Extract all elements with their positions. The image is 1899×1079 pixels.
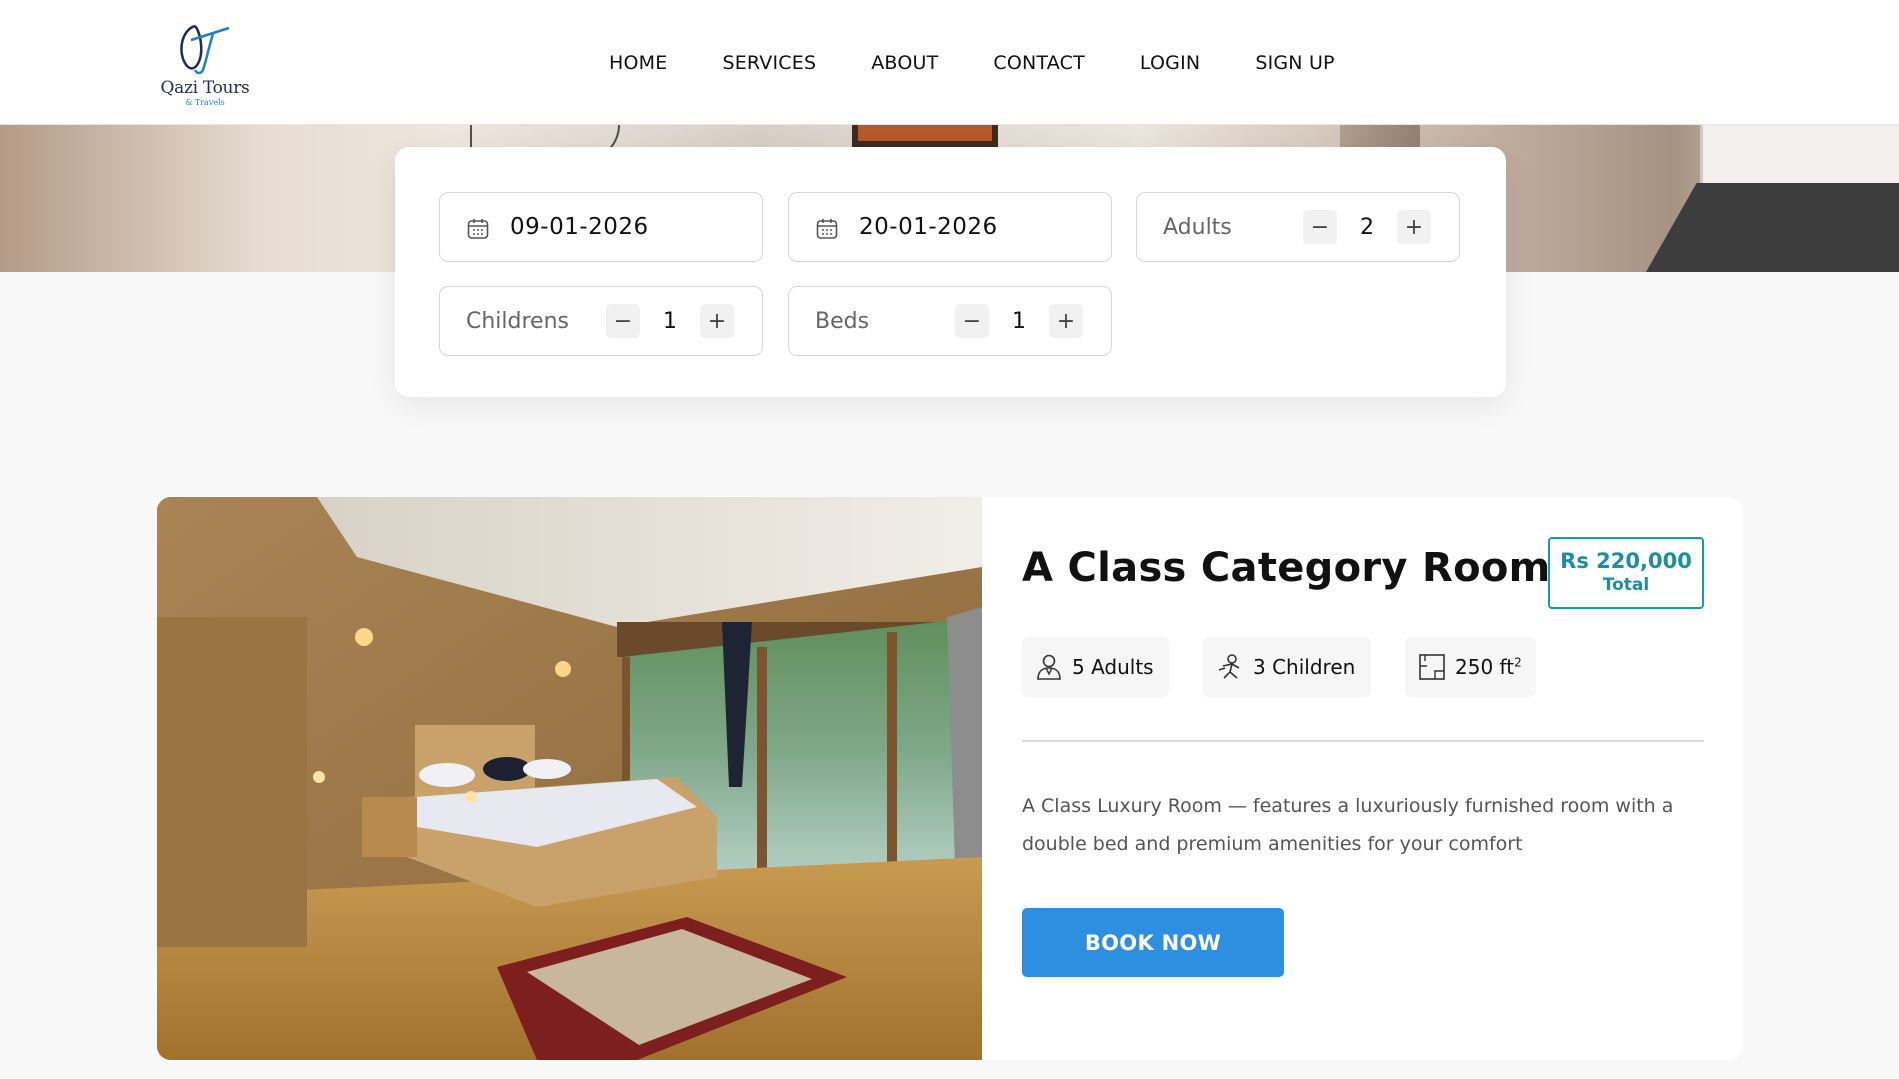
feature-area: 250 ft2 xyxy=(1405,637,1536,697)
main-nav: HOME SERVICES ABOUT CONTACT LOGIN SIGN U… xyxy=(609,0,1335,125)
price-amount: Rs 220,000 xyxy=(1560,549,1692,573)
adults-field: Adults − 2 + xyxy=(1136,192,1460,262)
calendar-icon xyxy=(816,219,838,239)
room-info: A Class Category Room Rs 220,000 Total 5… xyxy=(1022,497,1704,1060)
adults-value: 2 xyxy=(1360,214,1374,240)
childrens-value: 1 xyxy=(663,308,677,334)
info-divider xyxy=(1022,740,1704,742)
feature-children: 3 Children xyxy=(1203,637,1371,697)
site-header: Qazi Tours & Travels HOME SERVICES ABOUT… xyxy=(0,0,1899,125)
feature-children-text: 3 Children xyxy=(1253,655,1356,679)
beds-decrement-button[interactable]: − xyxy=(955,304,989,338)
children-icon xyxy=(1218,654,1240,679)
room-photo[interactable] xyxy=(157,497,982,1060)
room-card: A Class Category Room Rs 220,000 Total 5… xyxy=(157,497,1743,1060)
beds-value: 1 xyxy=(1012,308,1026,334)
beds-label: Beds xyxy=(815,308,870,334)
floor-plan-icon xyxy=(1419,654,1445,680)
adults-stepper: − 2 + xyxy=(1303,210,1431,244)
hero-picture-frame xyxy=(852,125,998,147)
adults-increment-button[interactable]: + xyxy=(1397,210,1431,244)
room-description: A Class Luxury Room — features a luxurio… xyxy=(1022,795,1674,855)
book-now-button[interactable]: BOOK NOW xyxy=(1022,908,1284,977)
check-in-date: 09-01-2026 xyxy=(510,214,649,240)
childrens-decrement-button[interactable]: − xyxy=(606,304,640,338)
brand-logo[interactable]: Qazi Tours & Travels xyxy=(155,20,255,110)
logo-subtitle: & Travels xyxy=(185,98,225,107)
feature-adults: 5 Adults xyxy=(1022,637,1169,697)
nav-services[interactable]: SERVICES xyxy=(722,52,816,74)
nav-contact[interactable]: CONTACT xyxy=(993,52,1085,74)
price-badge: Rs 220,000 Total xyxy=(1548,537,1704,609)
adults-decrement-button[interactable]: − xyxy=(1303,210,1337,244)
nav-sign-up[interactable]: SIGN UP xyxy=(1255,52,1334,74)
childrens-field: Childrens − 1 + xyxy=(439,286,763,356)
hero-range-hood xyxy=(1646,183,1899,272)
check-in-date-field[interactable]: 09-01-2026 xyxy=(439,192,763,262)
nav-login[interactable]: LOGIN xyxy=(1140,52,1200,74)
childrens-increment-button[interactable]: + xyxy=(700,304,734,338)
childrens-stepper: − 1 + xyxy=(606,304,734,338)
check-out-date-field[interactable]: 20-01-2026 xyxy=(788,192,1112,262)
beds-field: Beds − 1 + xyxy=(788,286,1112,356)
adult-person-icon xyxy=(1037,654,1061,680)
price-label: Total xyxy=(1602,575,1650,595)
beds-increment-button[interactable]: + xyxy=(1049,304,1083,338)
beds-stepper: − 1 + xyxy=(955,304,1083,338)
room-photo-illustration xyxy=(157,497,982,1060)
nav-home[interactable]: HOME xyxy=(609,52,667,74)
calendar-icon xyxy=(467,219,489,239)
feature-area-text: 250 ft2 xyxy=(1455,655,1522,679)
logo-mark-icon xyxy=(180,24,230,75)
check-out-date: 20-01-2026 xyxy=(859,214,998,240)
logo-name: Qazi Tours xyxy=(160,78,250,98)
room-title: A Class Category Room xyxy=(1022,545,1551,591)
feature-adults-text: 5 Adults xyxy=(1072,655,1154,679)
booking-panel: 09-01-2026 20-01-2026 Adults − 2 + Child… xyxy=(395,147,1506,397)
adults-label: Adults xyxy=(1163,214,1232,240)
nav-about[interactable]: ABOUT xyxy=(871,52,938,74)
childrens-label: Childrens xyxy=(466,308,569,334)
